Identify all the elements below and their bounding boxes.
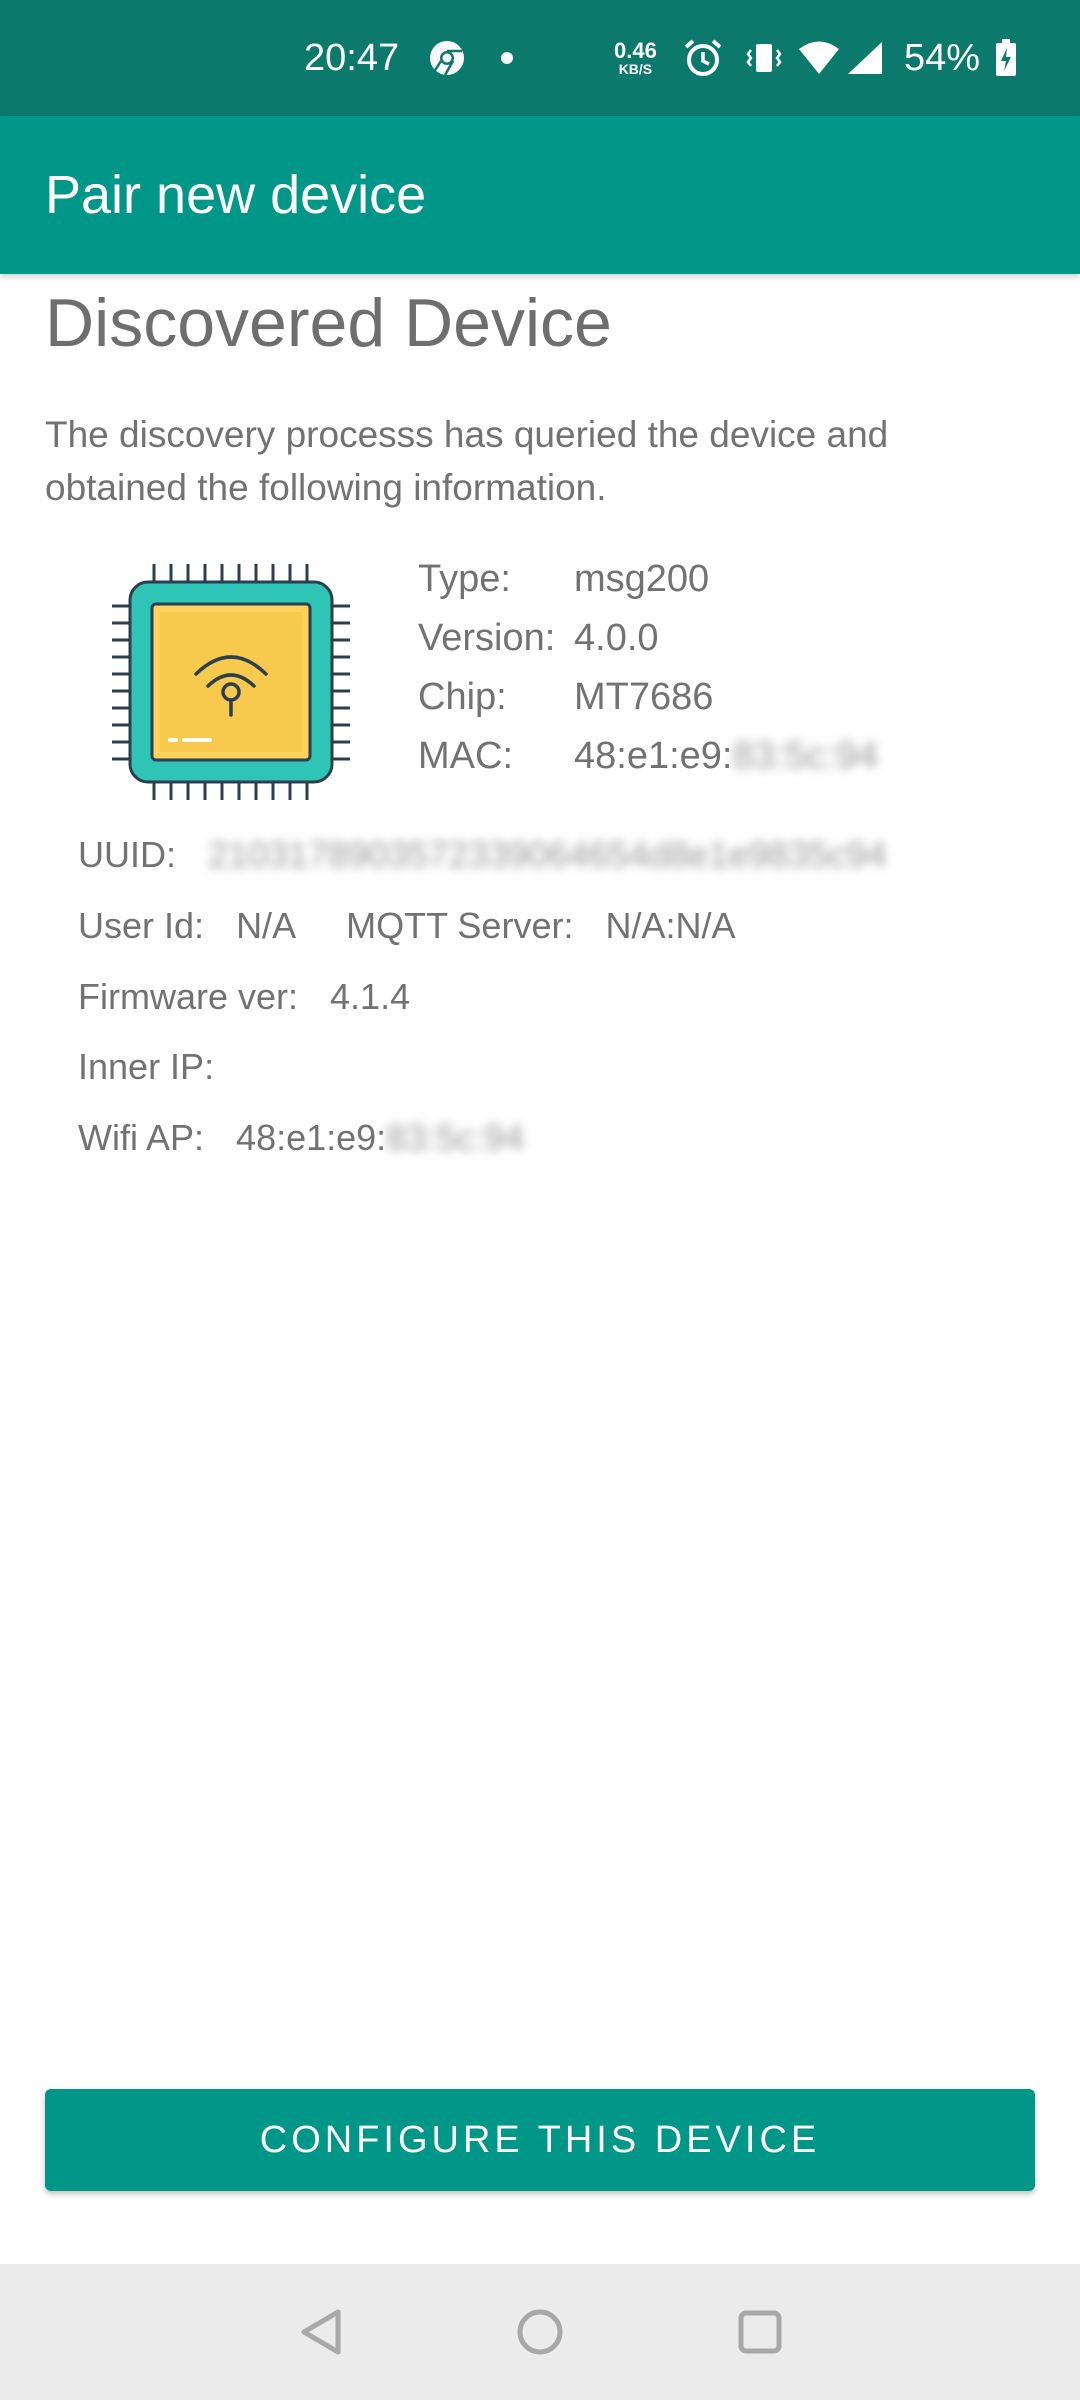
- chip-row: Chip: MT7686: [0, 676, 1080, 726]
- wifi-ap-label: Wifi AP:: [78, 1117, 205, 1158]
- wifi-ap-value: 48:e1:e9:83:5c:94: [236, 1117, 524, 1159]
- mqtt-server-value: N/A:N/A: [605, 905, 736, 946]
- uuid-label: UUID:: [78, 834, 176, 875]
- firmware-value: 4.1.4: [330, 976, 411, 1017]
- wifi-ap-row: Wifi AP: 48:e1:e9:83:5c:94: [78, 1117, 524, 1159]
- app-bar-title: Pair new device: [45, 165, 427, 225]
- network-speed-value: 0.46: [614, 38, 657, 63]
- version-label: Version:: [418, 617, 556, 659]
- inner-ip-label: Inner IP:: [78, 1046, 215, 1087]
- battery-charging-icon: [994, 0, 1018, 116]
- mac-visible-part: 48:e1:e9:: [574, 735, 733, 777]
- home-icon[interactable]: [512, 2304, 568, 2360]
- network-speed: 0.46 KB/S: [614, 0, 657, 116]
- firmware-label: Firmware ver:: [78, 976, 299, 1017]
- wifi-ap-redacted-part: 83:5c:94: [386, 1117, 525, 1158]
- alarm-icon: [682, 0, 724, 116]
- uuid-redacted-value: 2103178903572339064654d8e1e9835c94: [208, 834, 887, 875]
- type-value: msg200: [574, 558, 710, 600]
- chip-label: Chip:: [418, 676, 507, 718]
- wifi-icon: [798, 0, 840, 116]
- configure-device-button[interactable]: CONFIGURE THIS DEVICE: [45, 2089, 1035, 2191]
- vibrate-icon: [744, 0, 784, 116]
- uuid-row: UUID: 2103178903572339064654d8e1e9835c94: [78, 834, 887, 876]
- version-row: Version: 4.0.0: [0, 617, 1080, 667]
- type-row: Type: msg200: [0, 558, 1080, 608]
- mac-row: MAC: 48:e1:e9:83:5c:94: [0, 735, 1080, 785]
- mac-label: MAC:: [418, 735, 513, 777]
- page-description: The discovery processs has queried the d…: [45, 414, 889, 508]
- status-time: 20:47: [304, 36, 400, 79]
- dot-icon: [500, 0, 514, 116]
- mac-redacted-part: 83:5c:94: [732, 735, 879, 777]
- inner-ip-row: Inner IP:: [78, 1046, 246, 1088]
- mac-value: 48:e1:e9:83:5c:94: [574, 735, 878, 778]
- version-value: 4.0.0: [574, 617, 659, 659]
- back-icon[interactable]: [294, 2304, 350, 2360]
- signal-icon: [846, 0, 884, 116]
- chip-value: MT7686: [574, 676, 714, 718]
- chrome-icon: [428, 0, 466, 116]
- recents-icon[interactable]: [732, 2304, 788, 2360]
- app-bar: Pair new device: [0, 116, 1080, 274]
- user-id-label: User Id:: [78, 905, 205, 946]
- user-mqtt-row: User Id: N/A MQTT Server: N/A:N/A: [78, 905, 736, 947]
- mqtt-server-label: MQTT Server:: [346, 905, 574, 946]
- battery-percent: 54%: [904, 36, 981, 79]
- type-label: Type:: [418, 558, 511, 600]
- wifi-ap-visible-part: 48:e1:e9:: [236, 1117, 387, 1158]
- firmware-row: Firmware ver: 4.1.4: [78, 976, 410, 1018]
- page-heading: Discovered Device: [45, 285, 612, 361]
- network-speed-unit: KB/S: [618, 61, 653, 77]
- user-id-value: N/A: [236, 905, 297, 946]
- status-bar: 20:47 0.46 KB/S 54%: [0, 0, 1080, 116]
- navigation-bar: [0, 2264, 1080, 2400]
